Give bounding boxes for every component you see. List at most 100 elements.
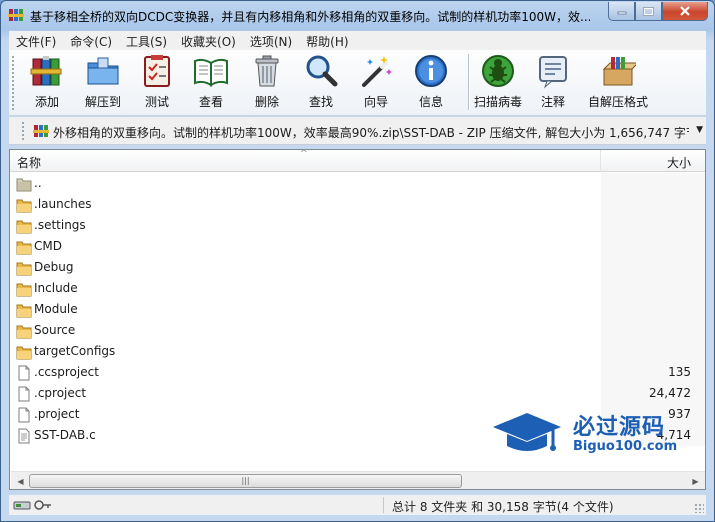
- wizard-label: 向导: [363, 95, 388, 109]
- list-item[interactable]: Module: [10, 299, 705, 320]
- file-size: 24,472: [649, 386, 691, 400]
- find-button[interactable]: 查找: [299, 53, 343, 111]
- close-button[interactable]: [662, 2, 708, 21]
- document-icon: [18, 365, 30, 381]
- sort-ascending-icon: ^: [300, 149, 308, 159]
- watermark-site: Biguo100.com: [573, 439, 678, 454]
- minimize-icon: [617, 11, 626, 15]
- folder-icon: [16, 346, 32, 360]
- list-item[interactable]: Source: [10, 320, 705, 341]
- column-size[interactable]: 大小: [602, 150, 705, 172]
- folder-icon: [16, 304, 32, 318]
- file-name: targetConfigs: [34, 344, 116, 358]
- folder-icon: [16, 262, 32, 276]
- list-item[interactable]: .ccsproject 135: [10, 362, 705, 383]
- list-item[interactable]: .launches: [10, 194, 705, 215]
- file-name: .launches: [34, 197, 92, 211]
- book-view-icon: [194, 58, 228, 87]
- status-divider: [383, 497, 384, 513]
- menu-options[interactable]: 选项(N): [243, 31, 299, 50]
- trash-icon: [255, 55, 279, 87]
- file-name: .project: [34, 407, 80, 421]
- title-bar[interactable]: 基于移相全桥的双向DCDC变换器，并且有内移相角和外移相角的双重移向。试制的样机…: [1, 1, 714, 30]
- file-name: Debug: [34, 260, 74, 274]
- file-rows: .. .launches .settings CMD Debug Include…: [10, 173, 705, 446]
- view-label: 查看: [198, 95, 223, 109]
- folder-icon: [16, 241, 32, 255]
- minimize-button[interactable]: [608, 2, 635, 21]
- text-file-icon: [18, 428, 30, 444]
- folder-icon: [16, 199, 32, 213]
- file-size: 135: [668, 365, 691, 379]
- delete-button[interactable]: 删除: [245, 53, 289, 111]
- watermark: 必过源码 Biguo100.com: [491, 409, 701, 459]
- magnifier-icon: [306, 55, 338, 87]
- app-window: 基于移相全桥的双向DCDC变换器，并且有内移相角和外移相角的双重移向。试制的样机…: [0, 0, 715, 522]
- document-icon: [18, 407, 30, 423]
- toolbar-grip[interactable]: [12, 56, 15, 110]
- scan-virus-button[interactable]: 扫描病毒: [470, 53, 526, 111]
- address-dropdown-icon[interactable]: ▼: [696, 125, 703, 135]
- delete-label: 删除: [254, 95, 279, 109]
- scroll-left-button[interactable]: ◀: [12, 473, 29, 489]
- comment-label: 注释: [540, 95, 565, 109]
- file-name: CMD: [34, 239, 62, 253]
- sfx-button[interactable]: 自解压格式: [582, 53, 654, 111]
- menu-commands[interactable]: 命令(C): [63, 31, 119, 50]
- toolbar: 添加 解压到 测试 查看 删除 查找 向导 信息 扫描病毒 注释 自解压格式: [9, 50, 706, 116]
- list-item[interactable]: Include: [10, 278, 705, 299]
- file-name: SST-DAB.c: [34, 428, 96, 442]
- add-button[interactable]: 添加: [23, 53, 71, 111]
- file-name: .ccsproject: [34, 365, 99, 379]
- scroll-right-button[interactable]: ▶: [687, 473, 704, 489]
- sfx-box-icon: [602, 57, 636, 86]
- list-item[interactable]: targetConfigs: [10, 341, 705, 362]
- menu-tools[interactable]: 工具(S): [119, 31, 174, 50]
- menu-favorites[interactable]: 收藏夹(O): [174, 31, 243, 50]
- list-item[interactable]: ..: [10, 173, 705, 194]
- resize-grip[interactable]: [694, 503, 704, 513]
- maximize-button[interactable]: [635, 2, 662, 21]
- close-icon: [680, 6, 690, 16]
- drive-key-icon[interactable]: [13, 498, 53, 512]
- column-size-label: 大小: [666, 156, 691, 170]
- address-path[interactable]: 外移相角的双重移向。试制的样机功率100W，效率最高90%.zip\SST-DA…: [53, 124, 689, 141]
- scrollbar-thumb[interactable]: |||: [29, 474, 462, 488]
- test-label: 测试: [144, 95, 169, 109]
- list-item[interactable]: Debug: [10, 257, 705, 278]
- menu-help[interactable]: 帮助(H): [299, 31, 355, 50]
- file-name: .settings: [34, 218, 86, 232]
- add-label: 添加: [34, 95, 59, 109]
- folder-extract-icon: [87, 57, 119, 85]
- folder-icon: [16, 283, 32, 297]
- extract-to-button[interactable]: 解压到: [76, 53, 130, 111]
- document-icon: [18, 386, 30, 402]
- column-name[interactable]: 名称 ^: [10, 149, 601, 172]
- list-item[interactable]: .cproject 24,472: [10, 383, 705, 404]
- file-name: Module: [34, 302, 78, 316]
- menu-file[interactable]: 文件(F): [9, 31, 63, 50]
- wizard-button[interactable]: 向导: [354, 53, 398, 111]
- file-list-header: 名称 ^ 大小: [10, 149, 705, 172]
- comment-icon: [539, 56, 567, 89]
- column-name-label: 名称: [17, 156, 42, 170]
- list-item[interactable]: .settings: [10, 215, 705, 236]
- books-add-icon: [30, 56, 62, 86]
- view-button[interactable]: 查看: [189, 53, 233, 111]
- comment-button[interactable]: 注释: [531, 53, 575, 111]
- file-name: Source: [34, 323, 76, 337]
- virus-scan-icon: [482, 55, 514, 87]
- magic-wand-icon: [362, 56, 392, 87]
- status-summary: 总计 8 文件夹 和 30,158 字节(4 个文件): [392, 500, 614, 514]
- checklist-icon: [144, 55, 170, 87]
- graduation-cap-icon: [493, 413, 561, 451]
- address-bar[interactable]: 外移相角的双重移向。试制的样机功率100W，效率最高90%.zip\SST-DA…: [9, 117, 706, 145]
- info-button[interactable]: 信息: [409, 53, 453, 111]
- info-icon: [415, 55, 447, 87]
- list-item[interactable]: CMD: [10, 236, 705, 257]
- address-grip: [22, 122, 25, 140]
- winrar-app-icon[interactable]: [8, 7, 24, 23]
- caption-buttons: [608, 2, 708, 22]
- test-button[interactable]: 测试: [135, 53, 179, 111]
- horizontal-scrollbar[interactable]: ◀ ||| ▶: [11, 471, 705, 489]
